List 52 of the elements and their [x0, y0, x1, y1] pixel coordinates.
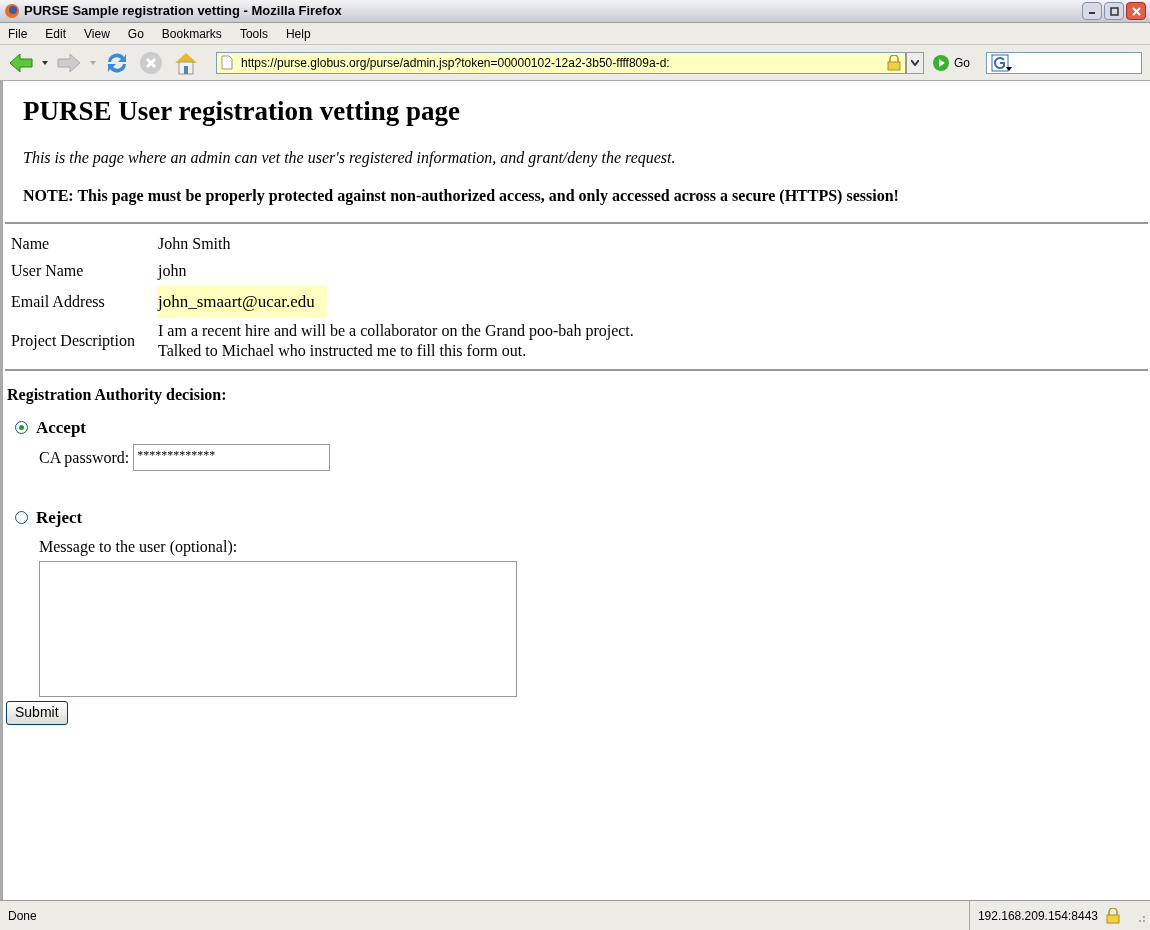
field-label: Name: [10, 233, 51, 254]
field-label: Email Address: [10, 291, 106, 312]
page-heading: PURSE User registration vetting page: [23, 95, 461, 128]
option-label: Accept: [36, 416, 87, 439]
menu-item[interactable]: File: [8, 24, 28, 43]
go-button[interactable]: Go: [954, 53, 970, 72]
search-field[interactable]: [986, 51, 1142, 74]
menu-item[interactable]: Bookmarks: [161, 24, 222, 43]
note-text: NOTE: This page must be properly protected against non-authorized access, and only accessed across a secure (HTTPS) session!: [23, 185, 900, 207]
radio-button[interactable]: [15, 511, 28, 525]
close-icon: [1131, 6, 1141, 16]
minimize-button[interactable]: [1082, 2, 1102, 20]
dropdown-button[interactable]: [906, 51, 924, 74]
chevron-icon: [911, 59, 919, 66]
field-value: John Smith: [157, 233, 232, 254]
password-field[interactable]: *************: [133, 444, 331, 471]
padlock-icon: [1106, 907, 1120, 924]
radio-button[interactable]: [15, 420, 28, 434]
section-heading: Registration Authority decision:: [7, 384, 228, 406]
maximize-icon: [1109, 6, 1119, 16]
menu-item[interactable]: Help: [285, 24, 311, 43]
host-text: 192.168.209.154:8443: [977, 907, 1098, 925]
caret-icon[interactable]: [42, 60, 48, 65]
field-value: I am a recent hire and will be a collaborator on the Grand poo-bah project.: [157, 320, 635, 341]
menu-item[interactable]: Tools: [239, 24, 268, 43]
firefox-icon: [4, 3, 20, 19]
search-engine-icon: [991, 53, 1013, 72]
page-icon: [221, 55, 233, 70]
back-arrow-icon[interactable]: [8, 50, 34, 75]
field-value: john_smaart@ucar.edu: [157, 285, 327, 318]
field-label: Project Description: [10, 330, 136, 352]
submit-button[interactable]: Submit: [6, 700, 68, 725]
menu-item[interactable]: Edit: [45, 24, 67, 43]
message-field[interactable]: [39, 560, 517, 697]
field-value: john: [157, 260, 188, 281]
status-text: Done: [7, 907, 38, 925]
field-label: Message to the user (optional):: [39, 536, 239, 558]
stop-icon[interactable]: [138, 49, 164, 76]
field-label: User Name: [10, 260, 85, 281]
window-title: PURSE Sample registration vetting - Mozilla Firefox: [24, 2, 342, 21]
intro-text: This is the page where an admin can vet the user's registered information, and grant/deny the request.: [23, 147, 677, 169]
maximize-button[interactable]: [1104, 2, 1124, 20]
padlock-icon[interactable]: [887, 54, 901, 71]
address-field[interactable]: https://purse.globus.org/purse/admin.jsp?token=00000102-12a2-3b50-ffff809a-d:: [216, 51, 906, 74]
menu-item[interactable]: Go: [127, 24, 144, 43]
option-label: Reject: [36, 507, 83, 529]
url-text: https://purse.globus.org/purse/admin.jsp?token=00000102-12a2-3b50-ffff809a-d:: [241, 54, 671, 72]
close-button[interactable]: [1126, 2, 1146, 20]
field-value: Talked to Michael who instructed me to fill this form out.: [157, 340, 528, 361]
go-icon[interactable]: [932, 53, 950, 72]
field-label: CA password:: [39, 447, 130, 469]
menu-item[interactable]: View: [84, 24, 110, 43]
